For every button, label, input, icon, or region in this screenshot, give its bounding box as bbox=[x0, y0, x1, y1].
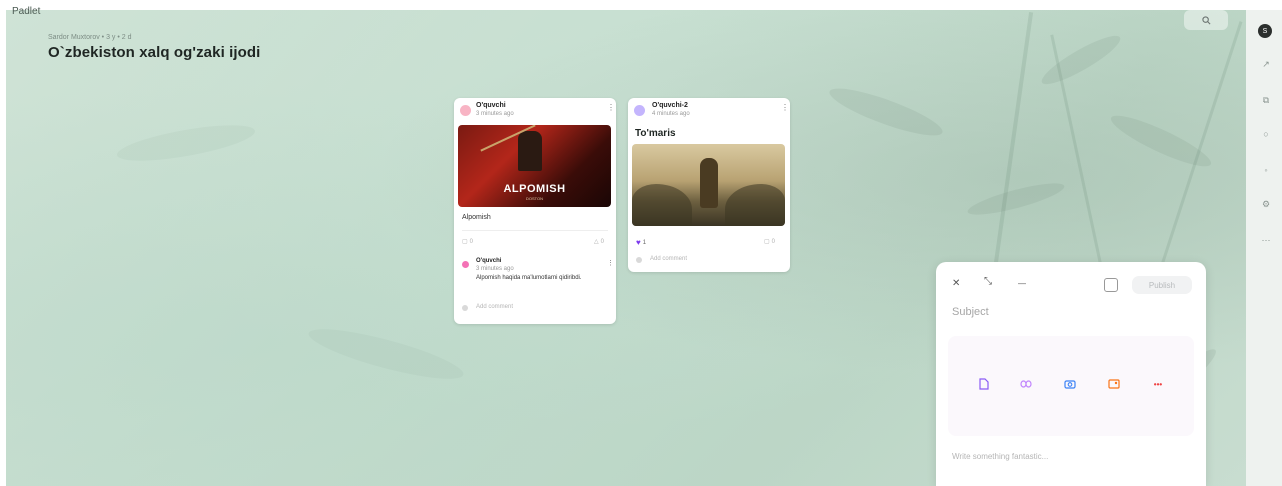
settings-icon[interactable]: ⚙ bbox=[1260, 198, 1272, 210]
add-comment-avatar bbox=[462, 305, 468, 311]
bell-icon[interactable]: ◦ bbox=[1260, 164, 1272, 176]
image-caption: ALPOMISH bbox=[503, 183, 566, 195]
post-image[interactable]: ALPOMISH DOSTON bbox=[458, 125, 611, 207]
divider bbox=[462, 230, 608, 231]
like-count: 0 bbox=[600, 238, 604, 245]
more-icon[interactable]: ⋯ bbox=[1260, 234, 1272, 246]
crowd-right bbox=[725, 184, 785, 226]
close-icon[interactable]: ✕ bbox=[952, 278, 960, 289]
body-input[interactable]: Write something fantastic... bbox=[952, 452, 1048, 461]
comment-bubble-icon: ▢ bbox=[462, 239, 468, 245]
board-title: O`zbekiston xalq og'zaki ijodi bbox=[48, 44, 261, 61]
post-menu-icon[interactable]: ⋮ bbox=[781, 103, 789, 112]
crowd-left bbox=[632, 184, 692, 226]
image-search-icon[interactable] bbox=[1106, 376, 1122, 392]
image-subcaption: DOSTON bbox=[525, 196, 544, 201]
brand-logo[interactable]: Padlet bbox=[12, 6, 40, 17]
publish-button[interactable]: Publish bbox=[1132, 276, 1192, 294]
comment-count: 0 bbox=[469, 238, 474, 245]
post-image[interactable] bbox=[632, 144, 785, 226]
more-attachments-icon[interactable]: ••• bbox=[1148, 376, 1168, 392]
subject-input[interactable]: Subject bbox=[952, 306, 989, 318]
comment-time: 3 minutes ago bbox=[476, 266, 514, 272]
comment-icon[interactable]: ○ bbox=[1260, 128, 1272, 140]
camera-icon[interactable] bbox=[1062, 376, 1078, 392]
file-icon[interactable] bbox=[976, 376, 992, 392]
post-body: Alpomish bbox=[462, 214, 491, 221]
like-button[interactable]: △ 0 bbox=[594, 238, 604, 246]
minimize-icon[interactable]: — bbox=[1018, 279, 1026, 288]
comment-menu-icon[interactable]: ⋮ bbox=[607, 259, 614, 267]
add-comment-avatar bbox=[636, 257, 642, 263]
comment-count-button[interactable]: ▢ 0 bbox=[462, 238, 474, 246]
comment-author: O'quvchi bbox=[476, 258, 502, 264]
commenter-avatar bbox=[462, 261, 469, 268]
reaction-count: 1 bbox=[642, 239, 647, 246]
post-menu-icon[interactable]: ⋮ bbox=[607, 103, 615, 112]
post-subject: To'maris bbox=[635, 128, 676, 139]
post-time: 4 minutes ago bbox=[652, 111, 690, 117]
post-card[interactable]: O'quvchi-2 4 minutes ago ⋮ To'maris ♥ 1 … bbox=[628, 98, 790, 272]
add-comment-input[interactable]: Add comment bbox=[650, 256, 687, 262]
post-time: 3 minutes ago bbox=[476, 111, 514, 117]
attachment-area: ••• bbox=[948, 336, 1194, 436]
post-settings-icon[interactable] bbox=[1104, 278, 1118, 292]
post-author: O'quvchi bbox=[476, 102, 506, 109]
queen-figure bbox=[700, 158, 718, 208]
comment-count-button[interactable]: ▢ 0 bbox=[764, 238, 776, 246]
author-avatar bbox=[460, 105, 471, 116]
heart-icon: ♥ bbox=[636, 238, 641, 247]
link-icon[interactable] bbox=[1018, 376, 1034, 392]
right-rail bbox=[1246, 10, 1282, 486]
warrior-figure bbox=[518, 131, 542, 171]
comment-text: Alpomish haqida ma'lumotlarni qidiribdi. bbox=[476, 275, 582, 281]
thumbs-up-icon: △ bbox=[594, 239, 599, 245]
search-icon bbox=[1201, 15, 1210, 24]
post-card[interactable]: O'quvchi 3 minutes ago ⋮ ALPOMISH DOSTON… bbox=[454, 98, 616, 324]
reaction-button[interactable]: ♥ 1 bbox=[636, 238, 646, 247]
comment-bubble-icon: ▢ bbox=[764, 239, 770, 245]
post-author: O'quvchi-2 bbox=[652, 102, 688, 109]
comment-count: 0 bbox=[771, 238, 776, 245]
search-button[interactable] bbox=[1184, 10, 1228, 30]
post-composer: ✕ ⤡ — Publish Subject ••• Write somethin… bbox=[936, 262, 1206, 486]
author-avatar bbox=[634, 105, 645, 116]
user-avatar[interactable]: S bbox=[1258, 24, 1272, 38]
expand-icon[interactable]: ⤡ bbox=[984, 276, 992, 287]
board-breadcrumb: Sardor Muxtorov • 3 y • 2 d bbox=[48, 34, 132, 41]
remake-icon[interactable]: ⧉ bbox=[1260, 94, 1272, 106]
share-icon[interactable]: ↗ bbox=[1260, 58, 1272, 70]
add-comment-input[interactable]: Add comment bbox=[476, 304, 513, 310]
